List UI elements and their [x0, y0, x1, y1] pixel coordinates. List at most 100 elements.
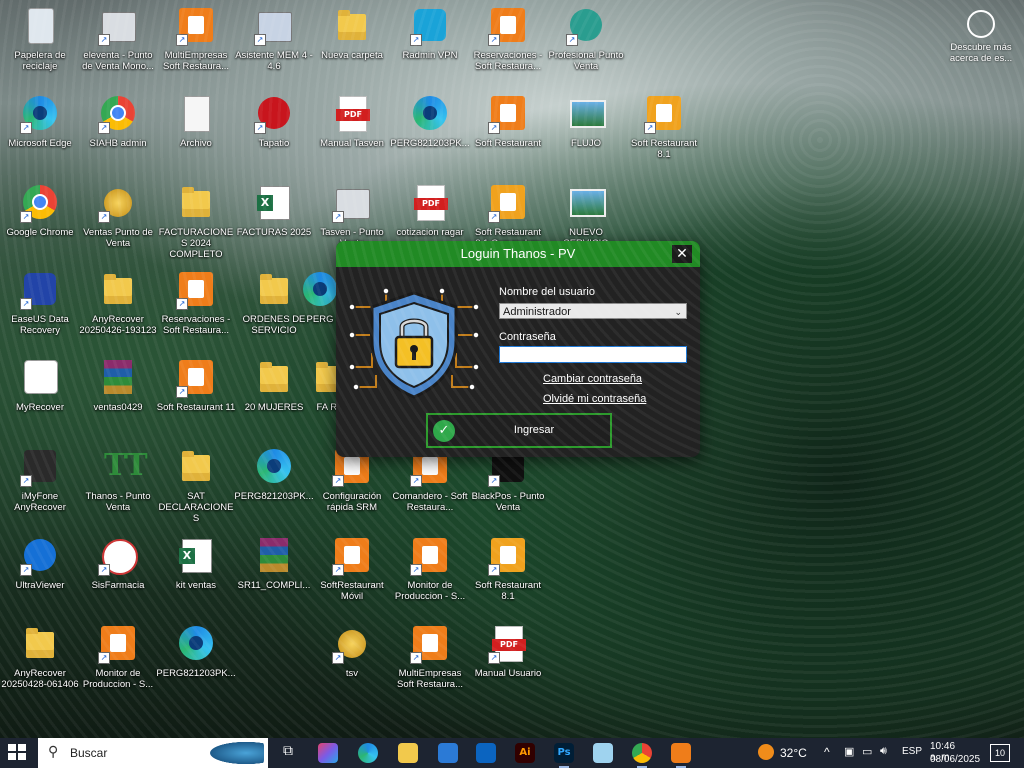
notepad-icon[interactable]	[593, 743, 613, 763]
desktop-icon-imyfone[interactable]: ↗ iMyFone AnyRecover	[0, 445, 80, 533]
network-icon[interactable]: ▭	[862, 745, 872, 758]
desktop-icon-tsv[interactable]: ↗ tsv	[312, 622, 392, 710]
desktop-icon-recycle-bin[interactable]: Papelera de reciclaje	[0, 4, 80, 92]
desktop-icon-monitor-2[interactable]: ↗ Monitor de Produccion - S...	[78, 622, 158, 710]
desktop-icon-archivo[interactable]: Archivo	[156, 92, 236, 180]
desktop-icon-eleventa[interactable]: ↗ eleventa - Punto de Venta Mono...	[78, 4, 158, 92]
desktop-icon-soft-restaurant-81a[interactable]: ↗ Soft Restaurant 8.1	[624, 92, 704, 180]
desktop-icon-sr81-comandero[interactable]: ↗ Soft Restaurant 8.1 Comandero	[468, 181, 548, 269]
chevron-up-icon[interactable]: ^	[824, 745, 830, 759]
thanos-icon: TT	[104, 448, 148, 483]
search-box[interactable]: ⚲ Buscar	[38, 738, 268, 768]
desktop-icon-asistente[interactable]: ↗ Asistente MEM 4 - 4.6	[234, 4, 314, 92]
illustrator-icon[interactable]: Ai	[515, 743, 535, 763]
red-app-icon: ↗	[254, 94, 294, 134]
desktop-icon-label: FACTURAS 2025	[236, 227, 312, 238]
desktop-icon-tasven[interactable]: ↗ Tasven - Punto Venta	[312, 181, 392, 269]
task-view-icon[interactable]: ⧉	[278, 743, 298, 763]
username-label: Nombre del usuario	[499, 286, 595, 298]
desktop-icon-fa-ra[interactable]: FA RA	[310, 356, 350, 444]
store-icon[interactable]	[438, 743, 458, 763]
desktop-icon-reservaciones-2[interactable]: ↗ Reservaciones - Soft Restaura...	[156, 268, 236, 356]
desktop-icon-sr11-compli[interactable]: SR11_COMPLI...	[234, 534, 314, 622]
desktop-icon-nuevo-servicio[interactable]: NUEVO SERVICIO	[546, 181, 626, 269]
weather-icon[interactable]	[758, 744, 774, 760]
desktop-icon-ordenes[interactable]: ORDENES DE SERVICIO	[234, 268, 314, 356]
password-input[interactable]	[499, 346, 687, 363]
desktop-icon-soft-restaurant-81b[interactable]: ↗ Soft Restaurant 8.1	[468, 534, 548, 622]
desktop-icon-sisfarmacia[interactable]: ↗ SisFarmacia	[78, 534, 158, 622]
desktop-icon-manual-tasven[interactable]: Manual Tasven	[312, 92, 392, 180]
desktop-icon-ventas[interactable]: ↗ Ventas Punto de Venta	[78, 181, 158, 269]
edge-icon[interactable]	[358, 743, 378, 763]
desktop-icon-multiempresas[interactable]: ↗ MultiEmpresas Soft Restaura...	[156, 4, 236, 92]
desktop-icon-config-srm[interactable]: ↗ Configuración rápida SRM	[312, 445, 392, 533]
desktop-icon-label: Reservaciones - Soft Restaura...	[473, 50, 543, 72]
desktop-icon-anyrecover-0426[interactable]: AnyRecover 20250426-193123	[78, 268, 158, 356]
desktop-icon-google-chrome[interactable]: ↗ Google Chrome	[0, 181, 80, 269]
photoshop-icon[interactable]: Ps	[554, 743, 574, 768]
notification-icon[interactable]: 10	[990, 744, 1010, 762]
excel-icon	[176, 536, 216, 576]
device-icon[interactable]: ▣	[844, 745, 854, 758]
username-select[interactable]: Administrador ⌄	[499, 303, 687, 319]
close-button[interactable]: ✕	[672, 245, 692, 263]
learn-more-widget[interactable]: Descubre más acerca de es...	[940, 10, 1022, 64]
desktop-icon-soft-restaurant-11[interactable]: ↗ Soft Restaurant 11	[156, 356, 236, 444]
desktop-icon-microsoft-edge[interactable]: ↗ Microsoft Edge	[0, 92, 80, 180]
desktop-icon-comandero[interactable]: ↗ Comandero - Soft Restaura...	[390, 445, 470, 533]
file-explorer-icon[interactable]	[398, 743, 418, 763]
desktop-icon-nueva-carpeta[interactable]: Nueva carpeta	[312, 4, 392, 92]
desktop-icon-profesional[interactable]: ↗ Profesional Punto Venta	[546, 4, 626, 92]
desktop-icon-ventas0429[interactable]: ventas0429	[78, 356, 158, 444]
desktop-icon-monitor-1[interactable]: ↗ Monitor de Produccion - S...	[390, 534, 470, 622]
desktop-icon-anyrecover-0428[interactable]: AnyRecover 20250428-061406	[0, 622, 80, 710]
desktop-icon-soft-restaurant[interactable]: ↗ Soft Restaurant	[468, 92, 548, 180]
desktop-icon-blackpos[interactable]: ↗ BlackPos - Punto Venta	[468, 445, 548, 533]
clock-date[interactable]: 08/06/2025	[930, 754, 980, 765]
desktop-icon-multiempresas-2[interactable]: ↗ MultiEmpresas Soft Restaura...	[390, 622, 470, 710]
desktop-icon-manual-usuario[interactable]: ↗ Manual Usuario	[468, 622, 548, 710]
dialog-titlebar[interactable]: Loguin Thanos - PV ✕	[336, 241, 700, 267]
outlook-icon[interactable]	[476, 743, 496, 763]
desktop-icon-tapatio[interactable]: ↗ Tapatio	[234, 92, 314, 180]
volume-icon[interactable]: 🔊︎	[880, 745, 887, 758]
temperature[interactable]: 32°C	[780, 746, 807, 760]
myrecover-icon	[20, 358, 60, 398]
assistant-icon: ↗	[254, 6, 294, 46]
learn-more-icon	[967, 10, 995, 38]
desktop-icon-perg-2[interactable]: PERG821203PK...	[234, 445, 314, 533]
desktop-icon-myrecover[interactable]: MyRecover	[0, 356, 80, 444]
change-password-link[interactable]: Cambiar contraseña	[543, 373, 642, 385]
cash-register-icon: ↗	[98, 6, 138, 46]
desktop-icon-20-mujeres[interactable]: 20 MUJERES	[234, 356, 314, 444]
desktop-icon-perg-1[interactable]: PERG821203PK...	[390, 92, 470, 180]
desktop-icon-ultraviewer[interactable]: ↗ UltraViewer	[0, 534, 80, 622]
desktop-icon-sr-movil[interactable]: ↗ SoftRestaurant Móvil	[312, 534, 392, 622]
desktop-icon-easeus[interactable]: ↗ EaseUS Data Recovery	[0, 268, 80, 356]
desktop-icon-facturas-2025[interactable]: FACTURAS 2025	[234, 181, 314, 269]
desktop-icon-facturaciones-2024[interactable]: FACTURACIONES 2024 COMPLETO	[156, 181, 236, 269]
desktop-icon-siahb[interactable]: ↗ SIAHB admin	[78, 92, 158, 180]
desktop-icon-sat[interactable]: SAT DECLARACIONES	[156, 445, 236, 533]
desktop-icon-thanos[interactable]: TT Thanos - Punto Venta	[78, 445, 158, 533]
chrome-icon: ↗	[20, 183, 60, 223]
language-indicator[interactable]: ESP	[902, 746, 922, 757]
forgot-password-link[interactable]: Olvidé mi contraseña	[543, 393, 646, 405]
desktop-icon-flujo[interactable]: FLUJO	[546, 92, 626, 180]
login-button[interactable]: ✓ Ingresar	[426, 413, 612, 448]
copilot-icon[interactable]	[318, 743, 338, 763]
desktop-icon-radmin[interactable]: ↗ Radmin VPN	[390, 4, 470, 92]
desktop-icon-reservaciones[interactable]: ↗ Reservaciones - Soft Restaura...	[468, 4, 548, 92]
desktop-icon-perg-3[interactable]: PERG821203PK...	[156, 622, 236, 710]
soft-restaurant-icon[interactable]	[671, 743, 691, 768]
desktop-icon-perg-partial[interactable]: PERG	[300, 268, 340, 356]
start-button[interactable]	[8, 744, 28, 762]
chrome-icon[interactable]	[632, 743, 652, 768]
desktop-icon-cotizacion[interactable]: cotizacion ragar	[390, 181, 470, 269]
image-icon	[566, 183, 606, 223]
desktop-icon-label: Soft Restaurant 11	[156, 402, 236, 413]
password-label: Contraseña	[499, 331, 556, 343]
image-icon	[566, 94, 606, 134]
desktop-icon-kit-ventas[interactable]: kit ventas	[156, 534, 236, 622]
